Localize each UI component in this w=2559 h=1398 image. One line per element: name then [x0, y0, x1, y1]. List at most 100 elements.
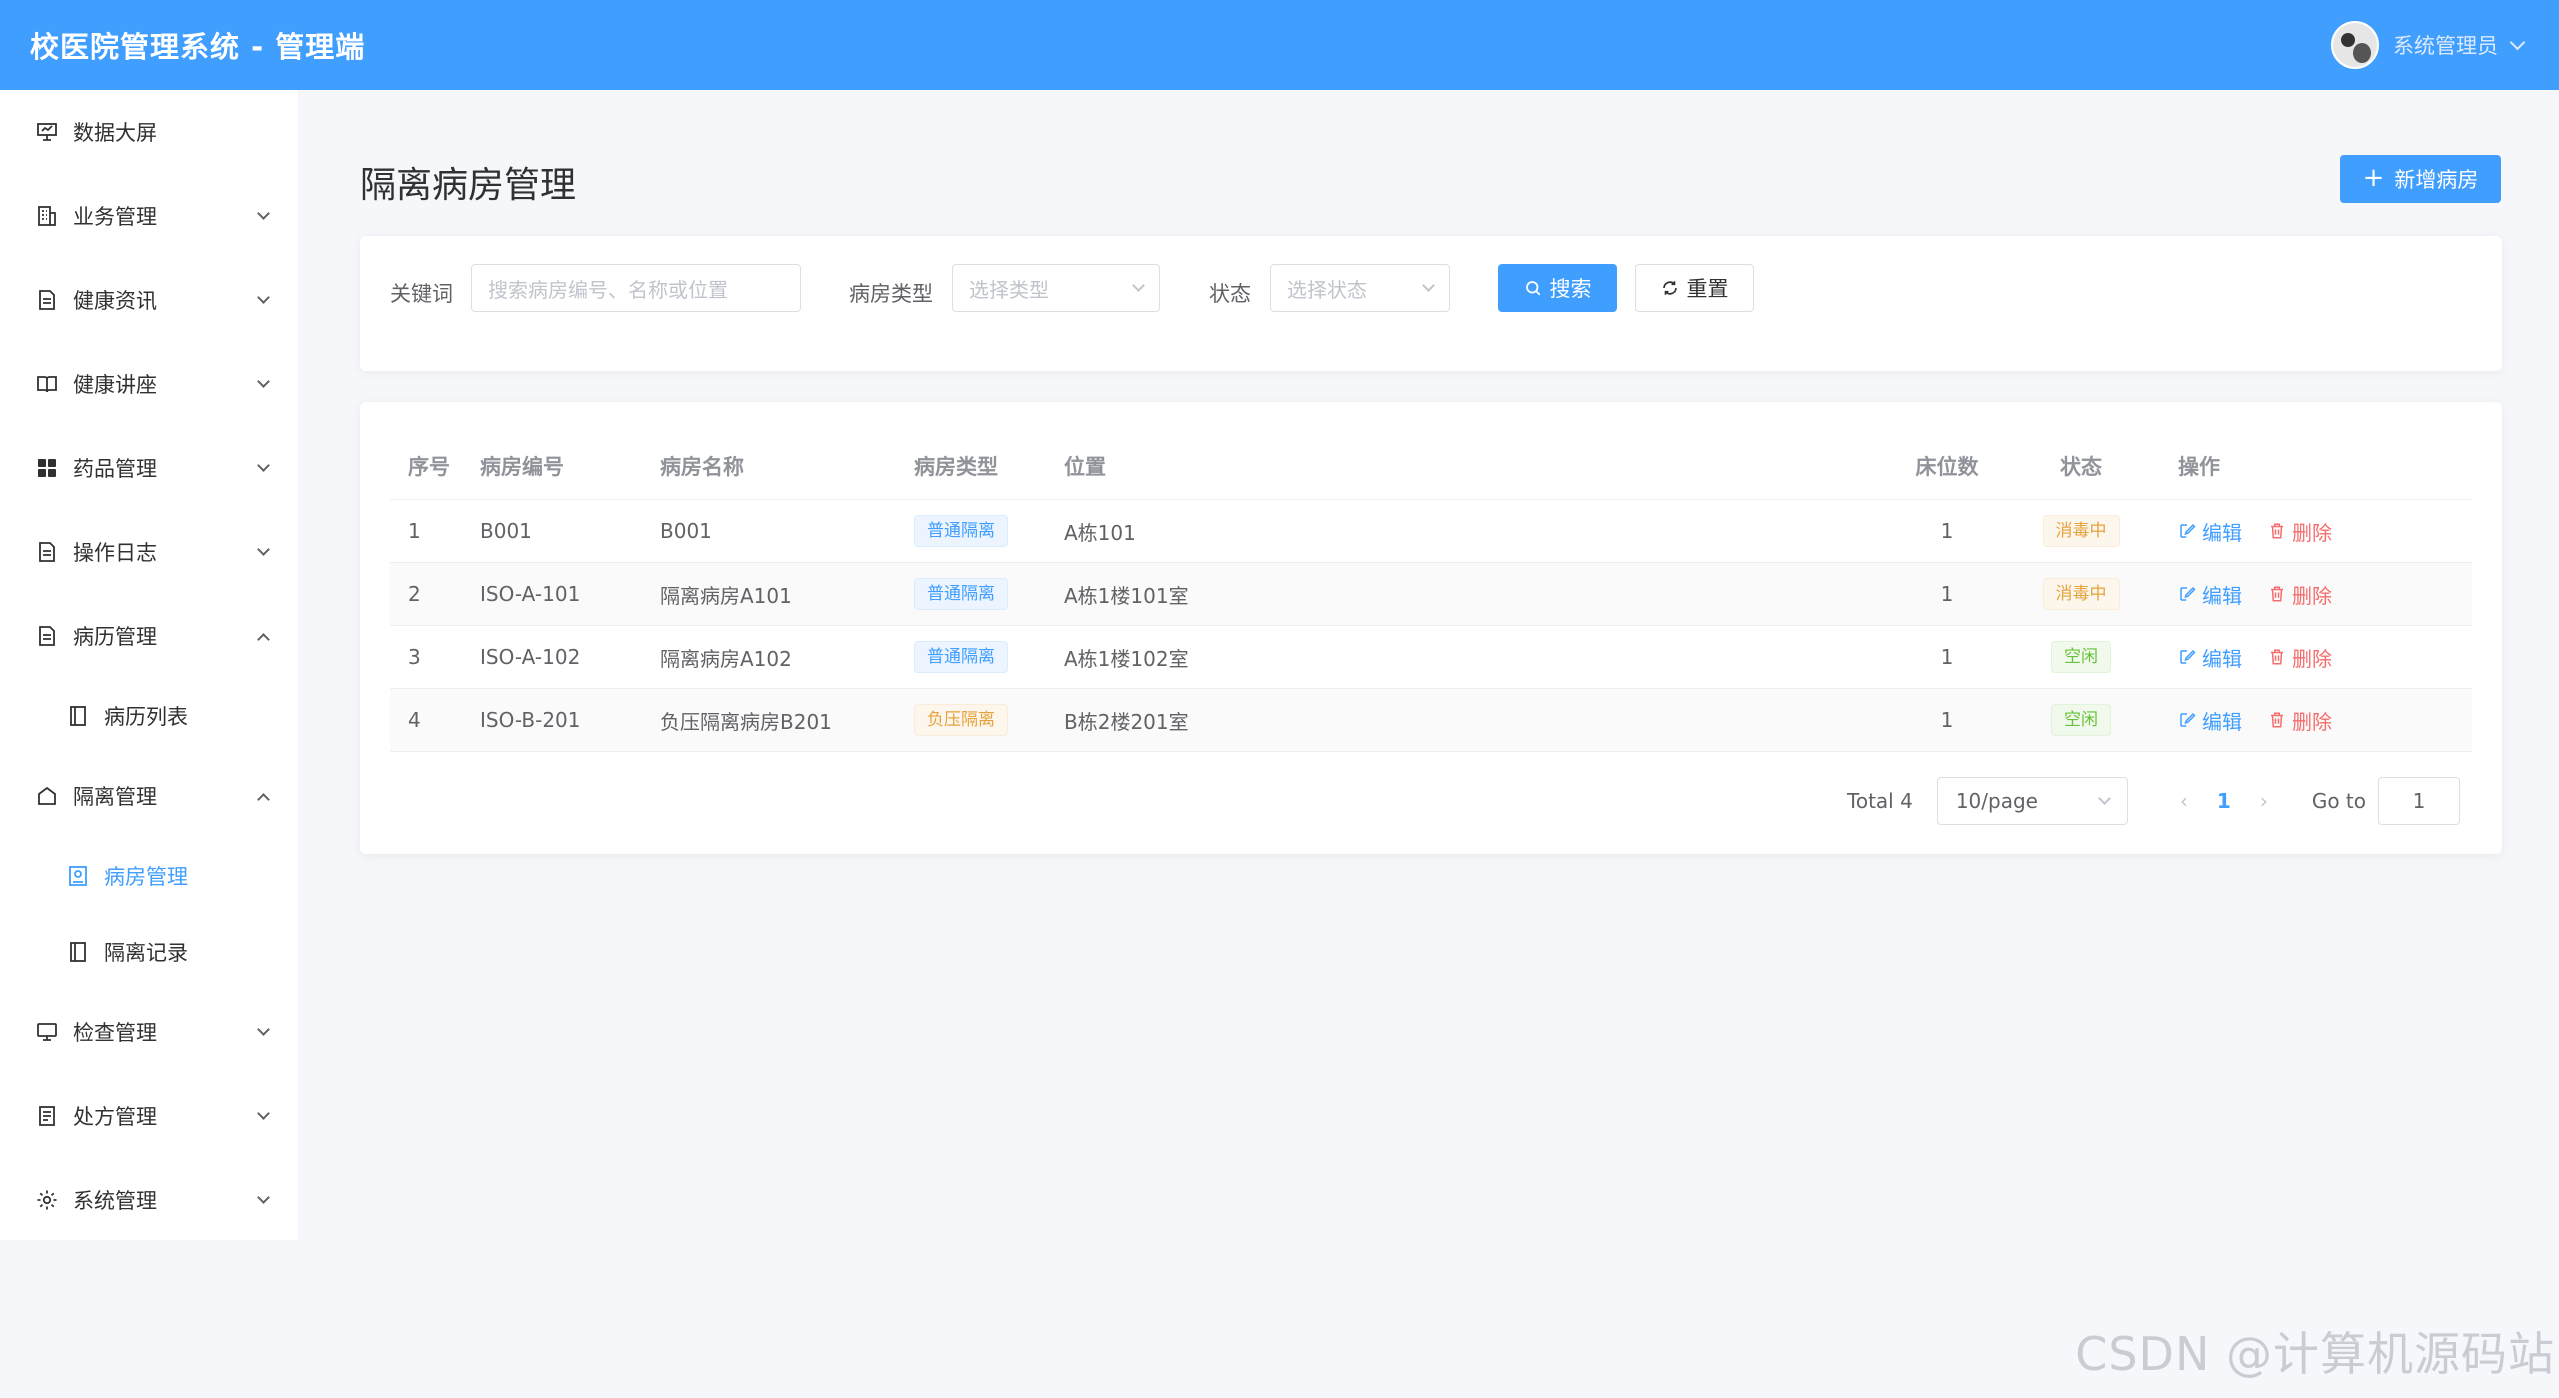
edit-label: 编辑	[2202, 709, 2242, 734]
notebook-icon	[70, 706, 86, 726]
search-button[interactable]: 搜索	[1498, 264, 1617, 312]
col-ops-header: 操作	[2178, 454, 2220, 479]
add-ward-button[interactable]: + 新增病房	[2340, 155, 2501, 203]
sidebar-item-ward-management[interactable]: 病房管理	[0, 838, 298, 914]
sidebar-item-record-list[interactable]: 病历列表	[0, 678, 298, 754]
status-label: 状态	[1209, 282, 1251, 306]
table-row: 4 ISO-B-201 负压隔离病房B201 负压隔离 B栋2楼201室 1 空…	[390, 689, 2472, 752]
edit-label: 编辑	[2202, 583, 2242, 608]
page-number-current[interactable]: 1	[2204, 789, 2244, 813]
sidebar-item-examination[interactable]: 检查管理	[0, 990, 298, 1074]
search-icon	[1525, 281, 1540, 296]
sidebar-item-system[interactable]: 系统管理	[0, 1158, 298, 1242]
sidebar-item-label: 业务管理	[73, 205, 157, 229]
sidebar-item-label: 药品管理	[73, 457, 157, 481]
prev-page-button[interactable]: ‹	[2164, 789, 2204, 813]
edit-button[interactable]: 编辑	[2178, 706, 2242, 735]
sidebar-item-dashboard[interactable]: 数据大屏	[0, 90, 298, 174]
delete-button[interactable]: 删除	[2268, 643, 2332, 672]
ward-type-select[interactable]: 选择类型	[952, 264, 1160, 312]
avatar[interactable]	[2331, 21, 2379, 69]
ward-type-label: 病房类型	[849, 282, 933, 306]
delete-label: 删除	[2292, 520, 2332, 545]
sidebar-item-isolation[interactable]: 隔离管理	[0, 754, 298, 838]
user-menu[interactable]: 系统管理员	[2331, 21, 2526, 69]
row-beds: 1	[1940, 582, 1954, 606]
sidebar-item-prescription[interactable]: 处方管理	[0, 1074, 298, 1158]
table-row: 2 ISO-A-101 隔离病房A101 普通隔离 A栋1楼101室 1 消毒中…	[390, 563, 2472, 626]
edit-button[interactable]: 编辑	[2178, 580, 2242, 609]
row-name: 隔离病房A101	[660, 583, 792, 608]
status-select[interactable]: 选择状态	[1270, 264, 1450, 312]
delete-label: 删除	[2292, 709, 2332, 734]
table-card: 序号 病房编号 病房名称 病房类型 位置 床位数 状态 操作 1 B001 B0…	[360, 402, 2502, 854]
trash-icon	[2271, 649, 2283, 665]
sidebar-item-label: 隔离管理	[73, 785, 157, 809]
page-title: 隔离病房管理	[360, 165, 577, 206]
delete-label: 删除	[2292, 583, 2332, 608]
delete-button[interactable]: 删除	[2268, 706, 2332, 735]
tickets-icon	[39, 1106, 55, 1126]
watermark: CSDN @计算机源码站	[2075, 1327, 2555, 1381]
row-index: 1	[408, 519, 421, 543]
table-header-row: 序号 病房编号 病房名称 病房类型 位置 床位数 状态 操作	[390, 432, 2472, 500]
sidebar-item-label: 病历列表	[104, 705, 188, 729]
status-badge: 消毒中	[2042, 515, 2120, 547]
chevron-down-icon	[257, 1106, 270, 1120]
keyword-input[interactable]: 搜索病房编号、名称或位置	[471, 264, 801, 312]
plus-icon: +	[2362, 162, 2385, 193]
col-beds-header: 床位数	[1915, 454, 1979, 479]
edit-button[interactable]: 编辑	[2178, 517, 2242, 546]
chevron-down-icon	[1422, 278, 1435, 292]
document-icon	[39, 542, 55, 562]
row-beds: 1	[1940, 519, 1954, 543]
page-size-select[interactable]: 10/page	[1936, 777, 2128, 825]
goto-label: Go to	[2311, 789, 2366, 813]
sidebar-item-health-lecture[interactable]: 健康讲座	[0, 342, 298, 426]
edit-icon	[2180, 649, 2196, 664]
edit-label: 编辑	[2202, 646, 2242, 671]
page-size-value: 10/page	[1955, 789, 2038, 813]
reset-button[interactable]: 重置	[1635, 264, 1754, 312]
chevron-down-icon	[257, 1190, 270, 1204]
sidebar-item-label: 处方管理	[73, 1105, 157, 1129]
sidebar-item-label: 健康讲座	[73, 373, 157, 397]
notebook-icon	[70, 942, 86, 962]
ward-type-placeholder: 选择类型	[969, 277, 1049, 302]
chevron-down-icon[interactable]	[2509, 34, 2526, 50]
row-name: 负压隔离病房B201	[660, 709, 832, 734]
col-name-header: 病房名称	[660, 454, 744, 479]
sidebar-item-operation-log[interactable]: 操作日志	[0, 510, 298, 594]
sidebar-item-label: 系统管理	[73, 1189, 157, 1213]
type-tag: 普通隔离	[914, 578, 1008, 610]
sidebar-item-medical-records[interactable]: 病历管理	[0, 594, 298, 678]
user-name[interactable]: 系统管理员	[2393, 30, 2498, 60]
chevron-up-icon	[257, 632, 270, 646]
building-icon	[38, 206, 56, 226]
top-header: 校医院管理系统 - 管理端 系统管理员	[0, 0, 2559, 90]
table-row: 3 ISO-A-102 隔离病房A102 普通隔离 A栋1楼102室 1 空闲 …	[390, 626, 2472, 689]
sidebar-item-business[interactable]: 业务管理	[0, 174, 298, 258]
row-code: ISO-A-101	[480, 582, 581, 606]
delete-label: 删除	[2292, 646, 2332, 671]
search-label: 搜索	[1549, 277, 1592, 301]
grid-icon	[38, 459, 56, 477]
edit-icon	[2180, 712, 2196, 727]
next-page-button[interactable]: ›	[2244, 789, 2284, 813]
trash-icon	[2271, 586, 2283, 602]
goto-page-value: 1	[2412, 789, 2426, 813]
status-placeholder: 选择状态	[1287, 277, 1367, 302]
sidebar-item-isolation-records[interactable]: 隔离记录	[0, 914, 298, 990]
goto-page-input[interactable]: 1	[2378, 777, 2460, 825]
sidebar-item-health-news[interactable]: 健康资讯	[0, 258, 298, 342]
delete-button[interactable]: 删除	[2268, 517, 2332, 546]
delete-button[interactable]: 删除	[2268, 580, 2332, 609]
col-code-header: 病房编号	[480, 454, 564, 479]
sidebar-item-label: 数据大屏	[73, 121, 157, 145]
presentation-icon	[37, 123, 57, 141]
row-name: B001	[660, 519, 712, 543]
edit-button[interactable]: 编辑	[2178, 643, 2242, 672]
pagination-total: Total 4	[1847, 789, 1913, 813]
sidebar-item-medicine[interactable]: 药品管理	[0, 426, 298, 510]
row-location: B栋2楼201室	[1064, 709, 1189, 734]
